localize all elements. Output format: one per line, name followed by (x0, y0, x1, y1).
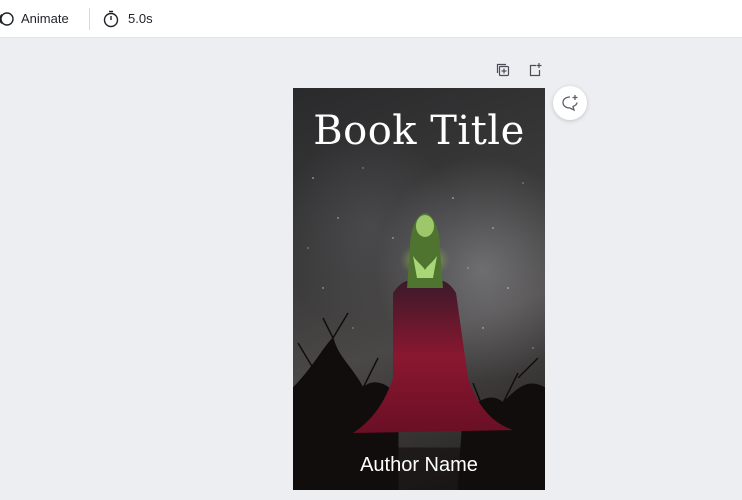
duplicate-page-button[interactable] (494, 61, 512, 79)
book-title[interactable]: Book Title (293, 108, 545, 154)
editor-toolbar: Animate 5.0s (0, 0, 742, 38)
duplicate-page-icon (496, 63, 510, 77)
add-comment-icon (562, 95, 578, 112)
add-page-button[interactable] (526, 61, 544, 79)
page-actions (494, 61, 544, 79)
author-name[interactable]: Author Name (293, 454, 545, 477)
toolbar-divider (89, 8, 90, 30)
add-comment-button[interactable] (553, 86, 587, 120)
duration-label: 5.0s (128, 11, 153, 26)
animate-icon (0, 11, 14, 26)
timer-icon (103, 10, 119, 27)
add-page-icon (529, 63, 542, 77)
animate-label: Animate (21, 11, 69, 26)
animate-button[interactable]: Animate (0, 0, 69, 38)
duration-button[interactable]: 5.0s (102, 0, 153, 38)
book-cover-design[interactable]: Book Title Author Name (293, 88, 545, 490)
